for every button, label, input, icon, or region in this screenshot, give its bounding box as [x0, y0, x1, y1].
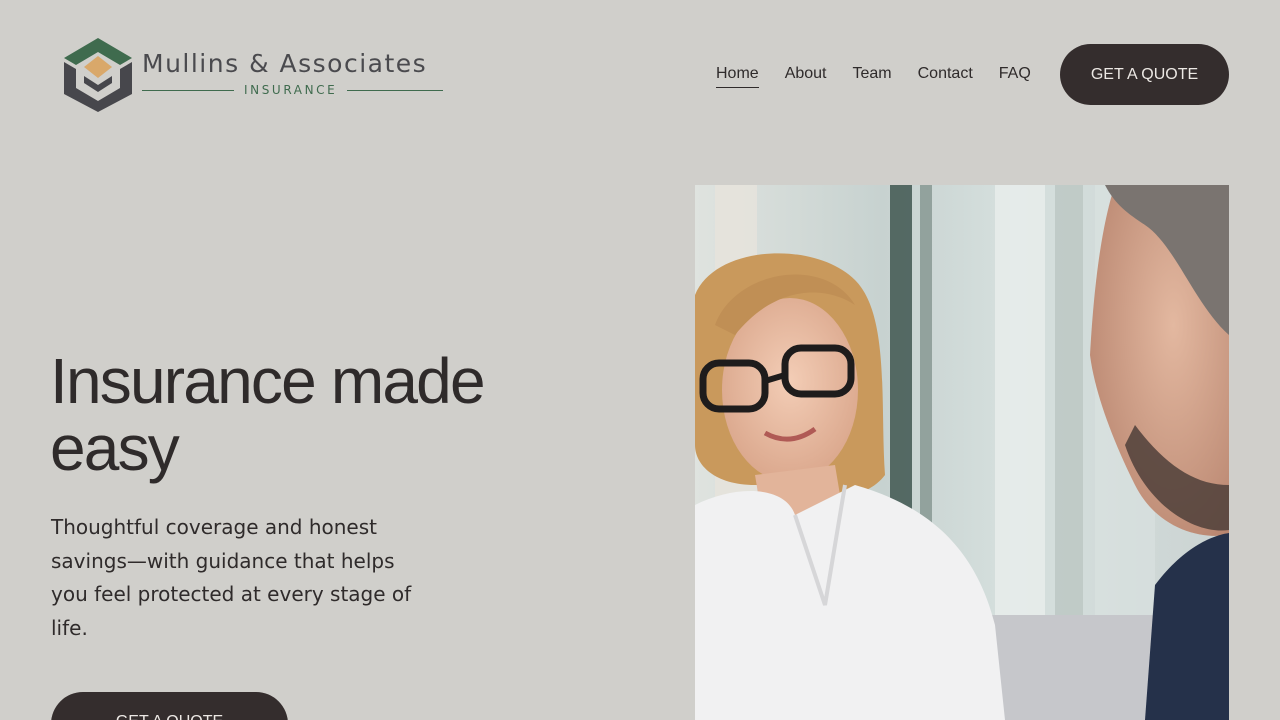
nav-team[interactable]: Team	[853, 64, 892, 88]
nav-contact[interactable]: Contact	[918, 64, 973, 88]
brand-tagline: INSURANCE	[244, 83, 338, 97]
logo-mark-icon	[64, 38, 132, 112]
brand-name: Mullins & Associates	[142, 49, 428, 78]
hero-photo	[695, 185, 1229, 720]
nav-home[interactable]: Home	[716, 64, 759, 88]
logo-divider	[142, 89, 234, 91]
main-nav: Home About Team Contact FAQ	[716, 64, 1057, 88]
consultation-image	[695, 185, 1229, 720]
nav-about[interactable]: About	[785, 64, 827, 88]
hero-title: Insurance made easy	[50, 345, 486, 484]
logo-divider	[347, 89, 444, 91]
nav-faq[interactable]: FAQ	[999, 64, 1031, 88]
hero-quote-button[interactable]: GET A QUOTE	[51, 692, 288, 720]
header-quote-button[interactable]: GET A QUOTE	[1060, 44, 1229, 105]
site-logo[interactable]: Mullins & Associates INSURANCE	[62, 36, 444, 112]
hero-description: Thoughtful coverage and honest savings—w…	[51, 515, 412, 640]
